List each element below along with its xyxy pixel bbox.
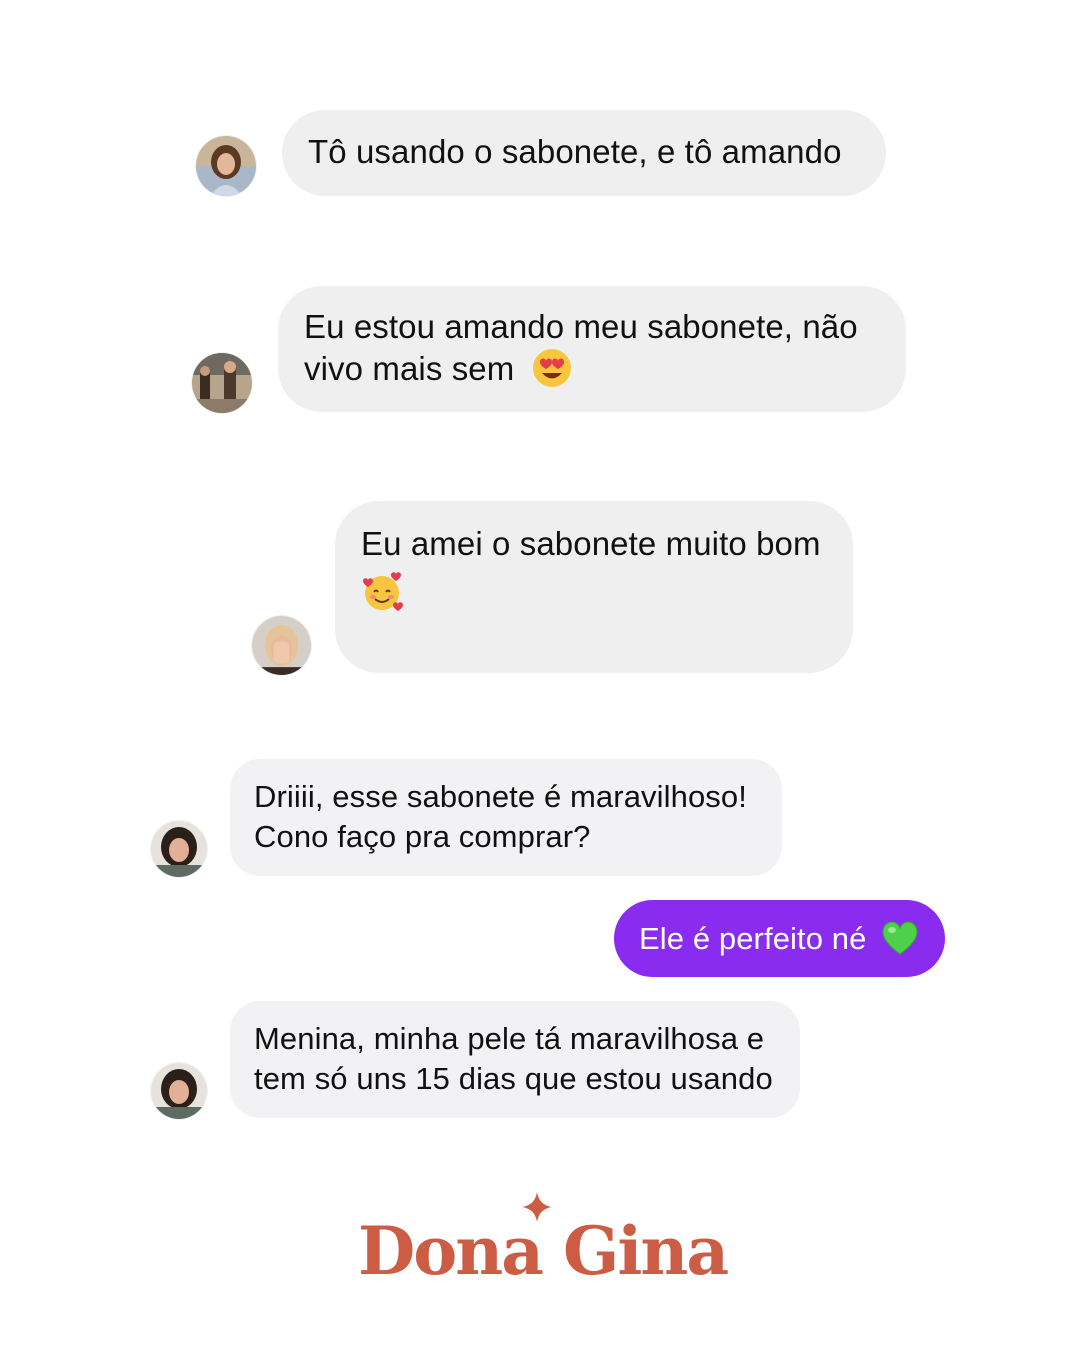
message-bubble: Eu amei o sabonete muito bom xyxy=(335,501,853,673)
message-bubble: Driiii, esse sabonete é maravilhoso! Con… xyxy=(230,759,782,876)
message-text: Cono faço pra comprar? xyxy=(254,819,591,854)
smiling-face-with-hearts-emoji xyxy=(361,571,403,613)
message-text: Tô usando o sabonete, e tô amando xyxy=(308,133,842,170)
green-heart-emoji xyxy=(881,920,919,956)
message-text: Eu amei o sabonete muito bom xyxy=(361,525,821,562)
avatar[interactable] xyxy=(196,136,256,196)
message-text: Driiii, esse sabonete é maravilhoso! xyxy=(254,779,747,814)
avatar[interactable] xyxy=(252,616,311,675)
message-text: vivo mais sem xyxy=(304,350,515,387)
brand-logo: Dona Gina xyxy=(340,1188,740,1298)
message-text: Eu estou amando meu sabonete, não xyxy=(304,308,858,345)
message-bubble: Tô usando o sabonete, e tô amando xyxy=(282,110,886,196)
sent-message-bubble: Ele é perfeito né xyxy=(614,900,945,977)
avatar[interactable] xyxy=(151,821,207,877)
avatar[interactable] xyxy=(151,1063,207,1119)
message-bubble: Eu estou amando meu sabonete, não vivo m… xyxy=(278,286,906,412)
brand-name: Dona Gina xyxy=(358,1212,729,1290)
message-text: Menina, minha pele tá maravilhosa e xyxy=(254,1021,765,1056)
avatar[interactable] xyxy=(192,353,252,413)
message-bubble: Menina, minha pele tá maravilhosa e tem … xyxy=(230,1001,800,1118)
message-text: Ele é perfeito né xyxy=(639,921,867,956)
heart-eyes-emoji xyxy=(532,348,572,388)
message-text: tem só uns 15 dias que estou usando xyxy=(254,1061,773,1096)
